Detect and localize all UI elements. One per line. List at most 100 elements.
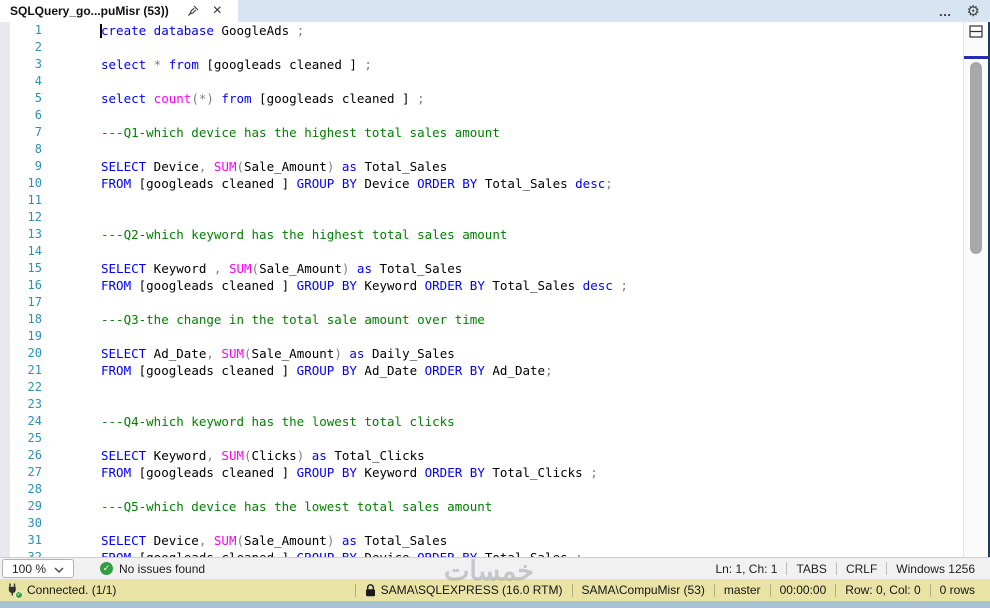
plug-icon: ✓ bbox=[6, 583, 23, 599]
code-line[interactable]: 7 ---Q1-which device has the highest tota… bbox=[0, 124, 963, 141]
code-line[interactable]: 2 bbox=[0, 39, 963, 56]
editor-status-right: Ln: 1, Ch: 1 TABS CRLF Windows 1256 bbox=[706, 562, 990, 576]
code-line[interactable]: 4 bbox=[0, 73, 963, 90]
code-line[interactable]: 24 ---Q4-which keyword has the lowest tot… bbox=[0, 413, 963, 430]
line-number: 16 bbox=[27, 278, 42, 292]
code-line[interactable]: 30 bbox=[0, 515, 963, 532]
text-caret bbox=[100, 24, 102, 38]
code-line[interactable]: 16 FROM [googleads cleaned ] GROUP BY Key… bbox=[0, 277, 963, 294]
line-number: 4 bbox=[34, 74, 42, 88]
scroll-caret-marker bbox=[964, 56, 988, 59]
code-text: ---Q4-which keyword has the lowest total… bbox=[101, 413, 455, 429]
code-line[interactable]: 15 SELECT Keyword , SUM(Sale_Amount) as T… bbox=[0, 260, 963, 277]
code-text: SELECT Device, SUM(Sale_Amount) as Total… bbox=[101, 532, 448, 548]
code-text: create database GoogleAds ; bbox=[101, 22, 305, 38]
issues-indicator[interactable]: ✓ No issues found bbox=[100, 562, 205, 576]
line-number: 11 bbox=[27, 193, 42, 207]
status-item: TABS bbox=[796, 561, 827, 576]
code-text: ---Q1-which device has the highest total… bbox=[101, 124, 500, 140]
code-line[interactable]: 23 bbox=[0, 396, 963, 413]
code-line[interactable]: 13 ---Q2-which keyword has the highest to… bbox=[0, 226, 963, 243]
code-text: FROM [googleads cleaned ] GROUP BY Devic… bbox=[101, 549, 583, 558]
line-number: 10 bbox=[27, 176, 42, 190]
line-number: 29 bbox=[27, 499, 42, 513]
editor-status-bar: 100 % ✓ No issues found Ln: 1, Ch: 1 TABS… bbox=[0, 557, 990, 579]
status-item: master bbox=[723, 583, 761, 597]
code-line[interactable]: 25 bbox=[0, 430, 963, 447]
zoom-dropdown[interactable]: 100 % bbox=[2, 559, 74, 578]
code-line[interactable]: 21 FROM [googleads cleaned ] GROUP BY Ad_… bbox=[0, 362, 963, 379]
code-line[interactable]: 28 bbox=[0, 481, 963, 498]
code-line[interactable]: 5 select count(*) from [googleads cleaned… bbox=[0, 90, 963, 107]
connected-check-icon: ✓ bbox=[15, 591, 23, 599]
line-number: 22 bbox=[27, 380, 42, 394]
code-line[interactable]: 6 bbox=[0, 107, 963, 124]
code-line[interactable]: 31 SELECT Device, SUM(Sale_Amount) as Tot… bbox=[0, 532, 963, 549]
code-text: FROM [googleads cleaned ] GROUP BY Ad_Da… bbox=[101, 362, 553, 378]
more-options-icon[interactable]: … bbox=[939, 4, 953, 19]
code-text: ---Q5-which device has the lowest total … bbox=[101, 498, 493, 514]
code-line[interactable]: 11 bbox=[0, 192, 963, 209]
issues-label: No issues found bbox=[119, 561, 206, 576]
lock-icon bbox=[365, 583, 375, 596]
code-text: ---Q3-the change in the total sale amoun… bbox=[101, 311, 485, 327]
code-line[interactable]: 22 bbox=[0, 379, 963, 396]
code-line[interactable]: 12 bbox=[0, 209, 963, 226]
tab-bar: SQLQuery_go...puMisr (53)) × … ⚙ bbox=[0, 0, 990, 22]
line-number: 20 bbox=[27, 346, 42, 360]
scrollbar-thumb[interactable] bbox=[970, 62, 982, 254]
code-text: FROM [googleads cleaned ] GROUP BY Keywo… bbox=[101, 464, 598, 480]
code-line[interactable]: 3 select * from [googleads cleaned ] ; bbox=[0, 56, 963, 73]
line-number: 8 bbox=[34, 142, 42, 156]
status-item: 00:00:00 bbox=[779, 583, 827, 597]
pin-icon[interactable] bbox=[187, 5, 199, 17]
code-text: select count(*) from [googleads cleaned … bbox=[101, 90, 425, 106]
code-line[interactable]: 20 SELECT Ad_Date, SUM(Sale_Amount) as Da… bbox=[0, 345, 963, 362]
code-text: FROM [googleads cleaned ] GROUP BY Keywo… bbox=[101, 277, 628, 293]
code-line[interactable]: 17 bbox=[0, 294, 963, 311]
line-number: 2 bbox=[34, 40, 42, 54]
line-number: 23 bbox=[27, 397, 42, 411]
code-line[interactable]: 26 SELECT Keyword, SUM(Clicks) as Total_C… bbox=[0, 447, 963, 464]
vertical-scrollbar[interactable] bbox=[963, 22, 988, 557]
code-line[interactable]: 29 ---Q5-which device has the lowest tota… bbox=[0, 498, 963, 515]
line-number: 1 bbox=[34, 23, 42, 37]
line-number: 15 bbox=[27, 261, 42, 275]
status-item: Windows 1256 bbox=[896, 561, 975, 576]
line-number: 19 bbox=[27, 329, 42, 343]
line-number: 13 bbox=[27, 227, 42, 241]
status-item: Row: 0, Col: 0 bbox=[845, 583, 921, 597]
connection-status-right: SAMA\SQLEXPRESS (16.0 RTM) SAMA\CompuMisr… bbox=[354, 583, 990, 597]
connection-indicator[interactable]: ✓ Connected. (1/1) bbox=[0, 583, 116, 599]
sql-editor[interactable]: 1 create database GoogleAds ; 2 3 select * f… bbox=[0, 22, 963, 557]
code-text: select * from [googleads cleaned ] ; bbox=[101, 56, 372, 72]
code-text: SELECT Keyword , SUM(Sale_Amount) as Tot… bbox=[101, 260, 463, 276]
code-line[interactable]: 10 FROM [googleads cleaned ] GROUP BY Dev… bbox=[0, 175, 963, 192]
line-number: 17 bbox=[27, 295, 42, 309]
code-line[interactable]: 1 create database GoogleAds ; bbox=[0, 22, 963, 39]
code-text: SELECT Ad_Date, SUM(Sale_Amount) as Dail… bbox=[101, 345, 455, 361]
code-line[interactable]: 8 bbox=[0, 141, 963, 158]
line-number: 21 bbox=[27, 363, 42, 377]
code-line[interactable]: 14 bbox=[0, 243, 963, 260]
code-line[interactable]: 18 ---Q3-the change in the total sale amo… bbox=[0, 311, 963, 328]
code-line[interactable]: 9 SELECT Device, SUM(Sale_Amount) as Tota… bbox=[0, 158, 963, 175]
line-number: 30 bbox=[27, 516, 42, 530]
line-number: 24 bbox=[27, 414, 42, 428]
gear-icon[interactable]: ⚙ bbox=[967, 4, 980, 19]
status-item: 0 rows bbox=[939, 583, 975, 597]
code-line[interactable]: 32 FROM [googleads cleaned ] GROUP BY Dev… bbox=[0, 549, 963, 558]
close-icon[interactable]: × bbox=[213, 3, 222, 19]
line-number: 31 bbox=[27, 533, 42, 547]
line-number: 3 bbox=[34, 57, 42, 71]
connection-status-bar: ✓ Connected. (1/1) SAMA\SQLEXPRESS (16.0… bbox=[0, 579, 990, 601]
tab-sqlquery[interactable]: SQLQuery_go...puMisr (53)) × bbox=[0, 0, 238, 22]
tab-title: SQLQuery_go...puMisr (53)) bbox=[10, 4, 169, 18]
code-text: SELECT Keyword, SUM(Clicks) as Total_Cli… bbox=[101, 447, 425, 463]
line-number: 27 bbox=[27, 465, 42, 479]
line-number: 26 bbox=[27, 448, 42, 462]
code-line[interactable]: 19 bbox=[0, 328, 963, 345]
line-number: 12 bbox=[27, 210, 42, 224]
split-editor-icon[interactable] bbox=[969, 25, 983, 43]
code-line[interactable]: 27 FROM [googleads cleaned ] GROUP BY Key… bbox=[0, 464, 963, 481]
